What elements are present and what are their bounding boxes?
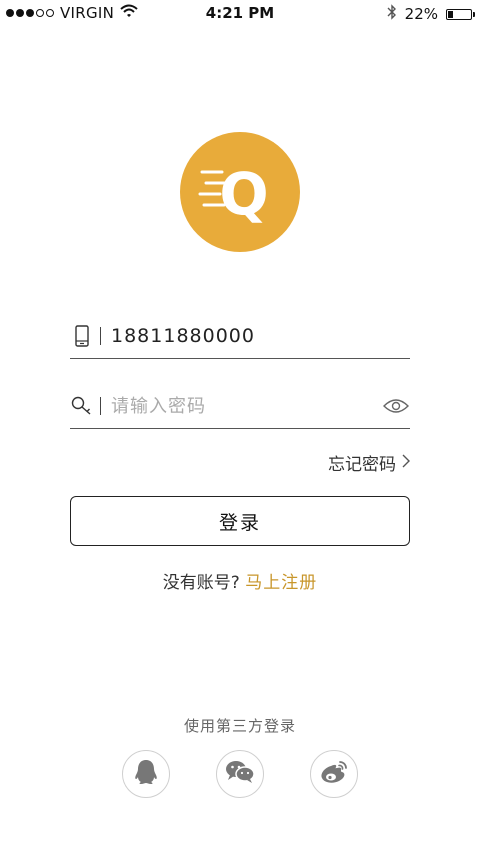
forgot-password-label: 忘记密码: [328, 455, 396, 475]
login-button-label: 登录: [218, 511, 261, 534]
qq-login-button[interactable]: [122, 750, 170, 798]
login-button[interactable]: 登录: [70, 496, 410, 546]
weibo-icon: [319, 759, 349, 789]
key-icon: [70, 394, 94, 418]
qq-icon: [133, 758, 159, 790]
eye-icon[interactable]: [382, 396, 410, 416]
status-bar: VIRGIN 4:21 PM 22%: [0, 0, 480, 28]
battery-icon: [446, 8, 475, 20]
wechat-icon: [225, 759, 255, 789]
wechat-login-button[interactable]: [216, 750, 264, 798]
field-separator: [100, 327, 101, 345]
status-right: 22%: [387, 4, 475, 24]
register-link[interactable]: 马上注册: [245, 573, 317, 593]
register-line: 没有账号? 马上注册: [0, 568, 480, 593]
battery-level: [448, 10, 453, 18]
password-input[interactable]: [111, 395, 382, 417]
phone-input[interactable]: 18811880000: [111, 325, 410, 347]
bluetooth-icon: [387, 4, 397, 24]
app-logo-mark: Q: [198, 160, 269, 228]
battery-percent: 22%: [404, 5, 438, 23]
logo-letter: Q: [219, 160, 268, 228]
field-separator: [100, 397, 101, 415]
password-field[interactable]: [70, 384, 410, 429]
third-party-title: 使用第三方登录: [183, 717, 296, 735]
forgot-password-link[interactable]: 忘记密码: [328, 450, 410, 475]
phone-icon: [70, 324, 94, 348]
app-logo: Q: [180, 132, 300, 252]
chevron-right-icon: [402, 453, 410, 473]
register-prompt: 没有账号?: [162, 573, 240, 593]
phone-field[interactable]: 18811880000: [70, 314, 410, 359]
weibo-login-button[interactable]: [310, 750, 358, 798]
